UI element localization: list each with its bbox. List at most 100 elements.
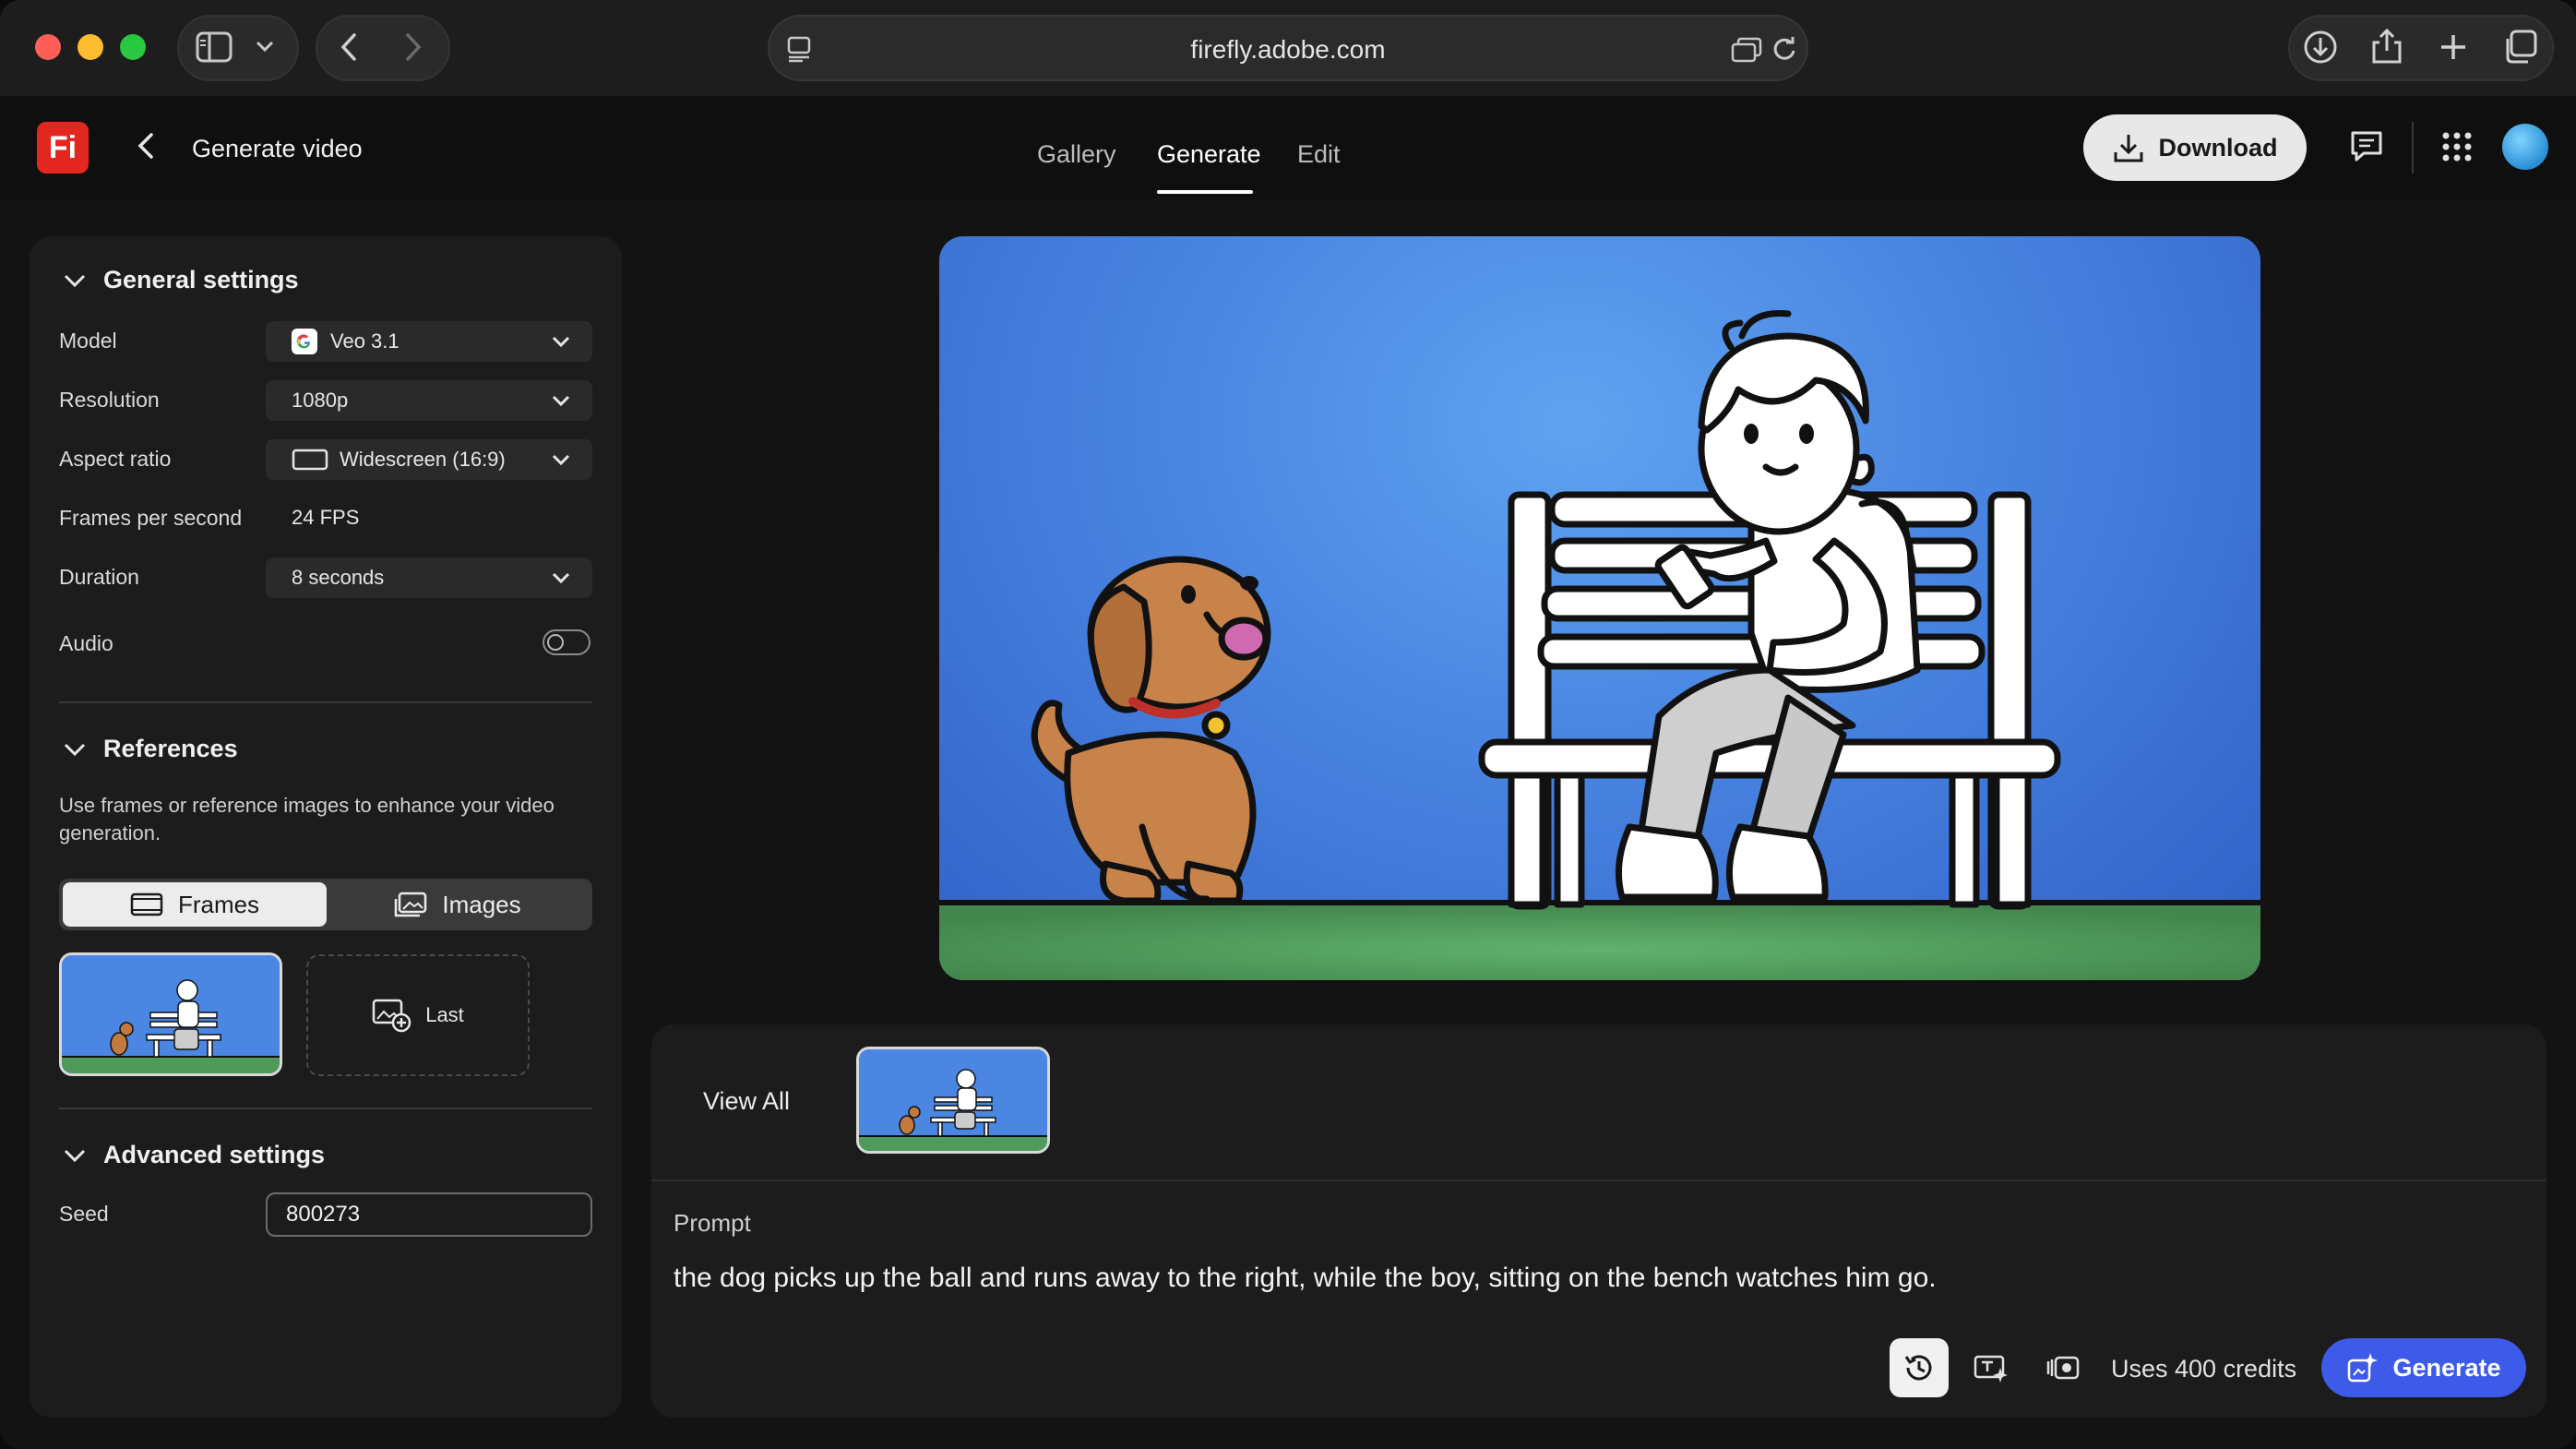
app-header: Fi Generate video Gallery Generate Edit …	[0, 96, 2576, 199]
prompt-divider	[651, 1180, 2546, 1181]
frames-tab[interactable]: Frames	[63, 882, 327, 927]
model-select[interactable]: Veo 3.1	[266, 321, 592, 362]
zoom-window-button[interactable]	[120, 34, 146, 60]
chevron-down-icon[interactable]	[255, 39, 275, 54]
prompt-input[interactable]: the dog picks up the ball and runs away …	[674, 1263, 1937, 1294]
generate-sparkle-icon	[2348, 1353, 2379, 1383]
frames-icon	[130, 892, 163, 916]
firefly-logo[interactable]: Fi	[37, 122, 89, 174]
first-frame-thumbnail[interactable]	[59, 952, 282, 1076]
reader-icon[interactable]	[1731, 37, 1762, 63]
browser-toolbar: firefly.adobe.com	[0, 0, 2576, 96]
chevron-down-icon	[64, 274, 86, 287]
generation-thumbnail[interactable]	[856, 1047, 1050, 1154]
general-settings-title: General settings	[103, 266, 299, 293]
generate-button[interactable]: Generate	[2321, 1338, 2526, 1397]
minimize-window-button[interactable]	[78, 34, 103, 60]
chevron-down-icon	[64, 1149, 86, 1162]
duration-select[interactable]: 8 seconds	[266, 557, 592, 598]
back-icon[interactable]	[338, 31, 360, 63]
google-logo-icon	[292, 329, 317, 354]
images-icon	[395, 892, 427, 917]
section-divider	[59, 1108, 592, 1109]
chevron-down-icon	[552, 572, 570, 584]
references-header[interactable]: References	[63, 735, 238, 763]
chevron-down-icon	[552, 336, 570, 348]
section-divider	[59, 701, 592, 703]
frames-tab-label: Frames	[177, 890, 260, 918]
tab-edit[interactable]: Edit	[1297, 140, 1341, 169]
fps-label: Frames per second	[59, 506, 243, 530]
duration-label: Duration	[59, 565, 139, 589]
aspect-ratio-label: Aspect ratio	[59, 447, 172, 471]
prompt-history-button[interactable]	[1890, 1338, 1949, 1397]
history-nav-group	[316, 15, 450, 81]
url-text: firefly.adobe.com	[1190, 35, 1386, 64]
last-frame-label: Last	[425, 1003, 464, 1026]
aspect-ratio-value: Widescreen (16:9)	[340, 448, 506, 471]
downloads-icon[interactable]	[2303, 30, 2338, 65]
duration-value: 8 seconds	[292, 566, 385, 589]
chevron-down-icon	[64, 743, 86, 756]
text-sparkle-icon	[1974, 1355, 2008, 1383]
resolution-label: Resolution	[59, 388, 160, 412]
download-icon	[2114, 135, 2142, 162]
last-frame-dropzone[interactable]: Last	[306, 954, 530, 1076]
share-icon[interactable]	[2371, 28, 2403, 65]
close-window-button[interactable]	[35, 34, 61, 60]
resolution-select[interactable]: 1080p	[266, 380, 592, 421]
generate-label: Generate	[2392, 1353, 2501, 1382]
tabs-overview-icon[interactable]	[2502, 30, 2537, 65]
add-image-icon	[372, 999, 411, 1033]
advanced-settings-title: Advanced settings	[103, 1141, 326, 1168]
aspect-ratio-select[interactable]: Widescreen (16:9)	[266, 439, 592, 480]
header-divider	[2412, 122, 2414, 174]
audio-label: Audio	[59, 631, 113, 655]
advanced-settings-header[interactable]: Advanced settings	[63, 1141, 325, 1169]
references-segmented-control: Frames Images	[59, 879, 592, 930]
download-label: Download	[2158, 133, 2278, 162]
new-tab-icon[interactable]	[2438, 31, 2469, 63]
chevron-down-icon	[552, 454, 570, 466]
view-all-link[interactable]: View All	[703, 1087, 790, 1116]
forward-icon[interactable]	[402, 31, 424, 63]
feedback-icon[interactable]	[2349, 129, 2384, 169]
tab-gallery[interactable]: Gallery	[1037, 140, 1116, 169]
active-tab-indicator	[1157, 190, 1253, 194]
reload-icon[interactable]	[1771, 35, 1797, 63]
seed-label: Seed	[59, 1202, 109, 1226]
audio-toggle[interactable]	[543, 629, 590, 655]
references-description: Use frames or reference images to enhanc…	[59, 794, 555, 844]
model-value: Veo 3.1	[330, 329, 400, 353]
preview-illustration	[939, 310, 2260, 980]
back-arrow-icon[interactable]	[133, 129, 161, 167]
toggle-knob	[547, 634, 564, 651]
page-title: Generate video	[192, 135, 363, 162]
download-button[interactable]: Download	[2083, 114, 2307, 181]
widescreen-icon	[292, 449, 328, 471]
images-tab-label: Images	[442, 890, 521, 918]
fps-value: 24 FPS	[292, 506, 360, 529]
tab-generate[interactable]: Generate	[1157, 140, 1261, 169]
credits-text: Uses 400 credits	[2111, 1355, 2297, 1383]
browser-window: firefly.adobe.com Fi Generate video Gall…	[0, 0, 2576, 1449]
general-settings-header[interactable]: General settings	[63, 266, 299, 294]
chevron-down-icon	[552, 395, 570, 407]
apps-grid-icon[interactable]	[2441, 131, 2473, 167]
resolution-value: 1080p	[292, 389, 349, 412]
prompt-label: Prompt	[674, 1209, 751, 1237]
camera-motion-icon	[2046, 1356, 2080, 1380]
camera-controls-button[interactable]	[2033, 1338, 2093, 1397]
images-tab[interactable]: Images	[327, 882, 589, 927]
model-label: Model	[59, 329, 117, 353]
references-title: References	[103, 735, 238, 762]
video-preview[interactable]	[939, 236, 2260, 980]
sidebar-icon[interactable]	[196, 31, 233, 63]
history-icon	[1904, 1355, 1932, 1381]
prompt-panel: View All Prompt the dog picks up the bal…	[651, 1024, 2546, 1418]
avatar[interactable]	[2502, 124, 2548, 170]
seed-input[interactable]: 800273	[266, 1192, 592, 1237]
settings-panel: General settings Model Veo 3.1 Resolutio…	[30, 236, 622, 1418]
address-bar[interactable]: firefly.adobe.com	[768, 15, 1808, 81]
prompt-enhance-button[interactable]	[1962, 1338, 2021, 1397]
